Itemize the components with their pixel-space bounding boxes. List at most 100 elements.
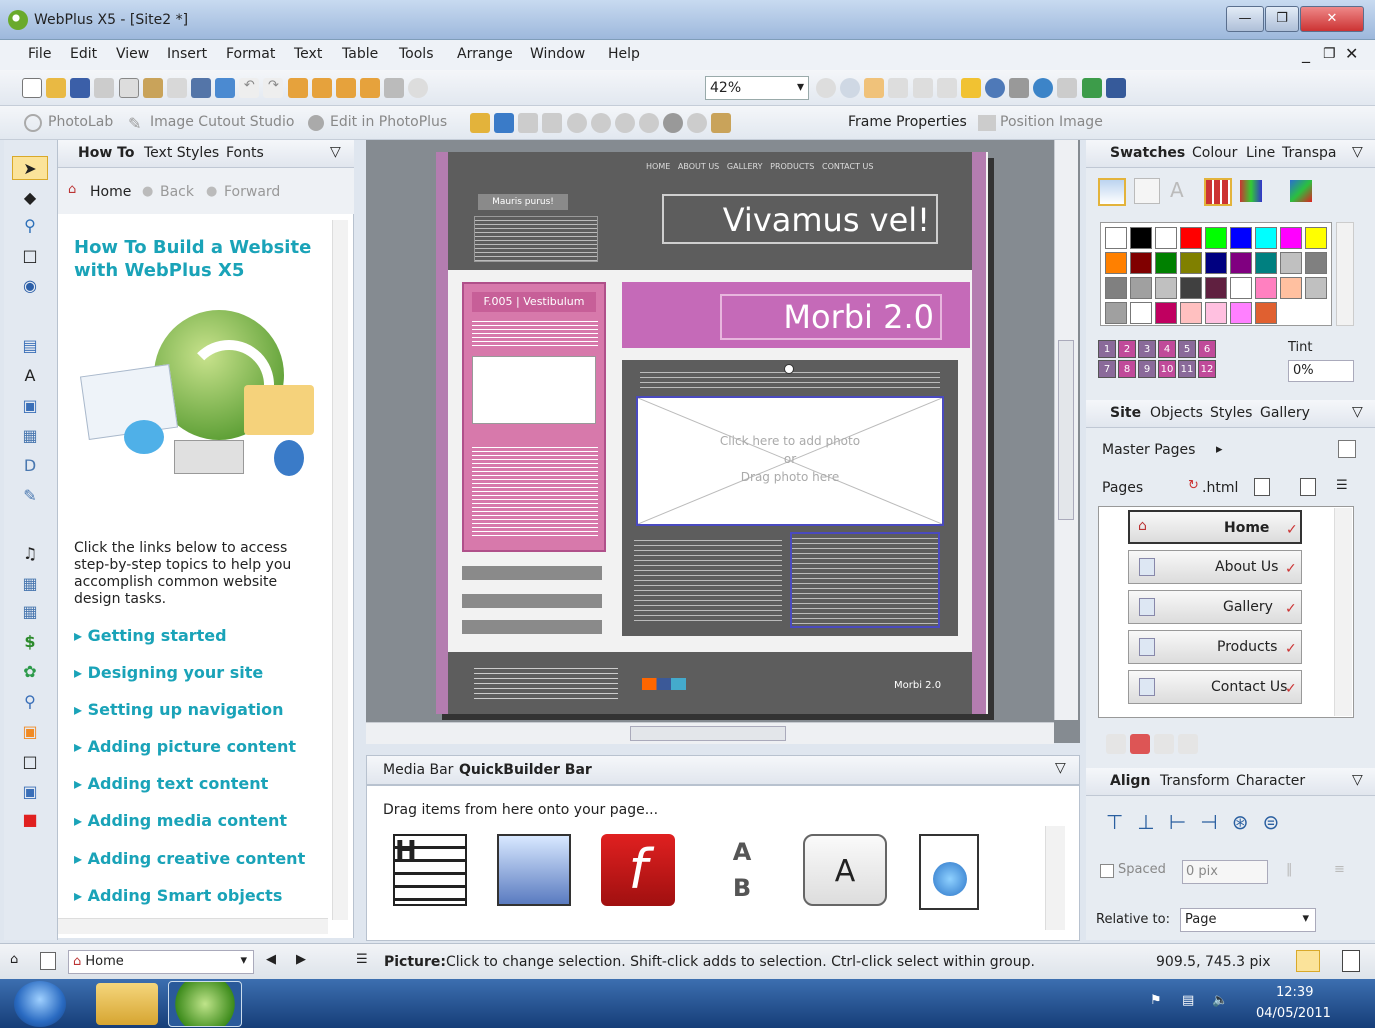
- save-icon[interactable]: [70, 78, 91, 98]
- page-nav-icon[interactable]: [40, 952, 56, 970]
- pages-vscrollbar[interactable]: [1334, 508, 1352, 716]
- smart-object-tool-icon[interactable]: ✿: [12, 660, 48, 684]
- colour-swatch[interactable]: [1155, 302, 1177, 324]
- actual-size-icon[interactable]: [936, 78, 957, 98]
- colour-swatch[interactable]: [1255, 252, 1277, 274]
- adjust-icon[interactable]: [518, 113, 539, 133]
- code-tool-icon[interactable]: ▣: [12, 780, 48, 804]
- form-tool-icon[interactable]: ▦: [12, 572, 48, 596]
- site-structure-icon[interactable]: ☰: [1336, 478, 1348, 493]
- align-center-h-icon[interactable]: ⊛: [1232, 810, 1263, 834]
- how-to-vscrollbar[interactable]: [332, 220, 348, 920]
- tab-how-to[interactable]: How To: [78, 145, 134, 161]
- site-home-icon[interactable]: ⌂: [10, 952, 18, 967]
- tab-transform[interactable]: Transform: [1160, 773, 1230, 789]
- colour-swatch[interactable]: [1205, 252, 1227, 274]
- pink-photo-frame[interactable]: [472, 356, 596, 424]
- colour-swatch[interactable]: [1155, 252, 1177, 274]
- colour-swatch[interactable]: [1280, 227, 1302, 249]
- text-colour-button[interactable]: A: [1170, 178, 1184, 202]
- colour-swatch[interactable]: [1255, 277, 1277, 299]
- stop-tool-icon[interactable]: ■: [12, 808, 48, 832]
- tab-align[interactable]: Align: [1110, 773, 1150, 789]
- colour-swatch[interactable]: [1130, 252, 1152, 274]
- colour-swatch[interactable]: [1105, 227, 1127, 249]
- menu-file[interactable]: File: [28, 46, 51, 62]
- cutout-studio-button[interactable]: Image Cutout Studio: [150, 114, 294, 130]
- distribute-h-icon[interactable]: ‖: [1286, 862, 1293, 877]
- tab-site[interactable]: Site: [1110, 405, 1141, 421]
- link-smart-objects[interactable]: ▸ Adding Smart objects: [74, 886, 282, 905]
- home-icon[interactable]: ⌂: [68, 182, 76, 197]
- page-icon[interactable]: [1342, 950, 1360, 972]
- tab-styles[interactable]: Styles: [1210, 405, 1252, 421]
- link-picture-content[interactable]: ▸ Adding picture content: [74, 737, 296, 756]
- node-tool-icon[interactable]: ◆: [12, 186, 48, 210]
- search-tool-icon[interactable]: ⚲: [12, 690, 48, 714]
- colour-swatch[interactable]: [1230, 227, 1252, 249]
- align-right-icon[interactable]: ⊣: [1200, 810, 1231, 834]
- redo-icon[interactable]: ↷: [263, 78, 284, 98]
- forward-one-icon[interactable]: [311, 78, 332, 98]
- position-image-button[interactable]: Position Image: [1000, 114, 1103, 130]
- web-icon[interactable]: [1033, 78, 1054, 98]
- align-center-v-icon[interactable]: ⊜: [1262, 810, 1293, 834]
- swatch-vscrollbar[interactable]: [1336, 222, 1354, 326]
- media-tool-icon[interactable]: ♫: [12, 542, 48, 566]
- home-link[interactable]: Home: [90, 184, 131, 200]
- page-item-contact[interactable]: Contact Us ✓: [1128, 670, 1302, 704]
- full-page-icon[interactable]: [912, 78, 933, 98]
- doc-close-icon[interactable]: ✕: [1345, 44, 1358, 63]
- html-refresh-icon[interactable]: ↻: [1188, 478, 1199, 493]
- distribute-v-icon[interactable]: ≡: [1334, 862, 1345, 877]
- publish-icon[interactable]: [215, 78, 236, 98]
- colour-swatch[interactable]: [1180, 277, 1202, 299]
- colour-swatch[interactable]: [1180, 227, 1202, 249]
- page-width-icon[interactable]: [888, 78, 909, 98]
- frame-properties-button[interactable]: Frame Properties: [848, 114, 967, 130]
- tab-gallery[interactable]: Gallery: [1260, 405, 1310, 421]
- scheme-swatch[interactable]: 4: [1158, 340, 1176, 358]
- colour-swatch[interactable]: [1305, 227, 1327, 249]
- colour-swatch[interactable]: [1230, 277, 1252, 299]
- ecommerce-tool-icon[interactable]: $: [12, 630, 48, 654]
- page-up-icon[interactable]: [1106, 734, 1126, 754]
- qb-hotspot-item[interactable]: A: [803, 834, 887, 906]
- rotate-right-icon[interactable]: [590, 113, 611, 133]
- link-creative-content[interactable]: ▸ Adding creative content: [74, 849, 305, 868]
- menu-insert[interactable]: Insert: [167, 46, 207, 62]
- master-pages-expand-icon[interactable]: ▸: [1216, 442, 1223, 457]
- navbar-tool-icon[interactable]: ◉: [12, 274, 48, 298]
- page-properties-icon[interactable]: [1254, 478, 1270, 496]
- link-text-content[interactable]: ▸ Adding text content: [74, 774, 268, 793]
- qb-picture-item[interactable]: [497, 834, 571, 906]
- relative-to-select[interactable]: Page ▾: [1180, 908, 1316, 932]
- menu-edit[interactable]: Edit: [70, 46, 97, 62]
- palette-menu-icon[interactable]: [1240, 180, 1262, 202]
- zoom-combo[interactable]: 42% ▾: [705, 76, 809, 100]
- edit-photoplus-button[interactable]: Edit in PhotoPlus: [330, 114, 447, 130]
- picture-tool-icon[interactable]: ▦: [12, 424, 48, 448]
- pen-tool-icon[interactable]: ✎: [12, 484, 48, 508]
- flip-h-icon[interactable]: [614, 113, 635, 133]
- restore-button[interactable]: ❐: [1265, 6, 1299, 32]
- colour-swatch[interactable]: [1155, 227, 1177, 249]
- canvas-hscrollbar[interactable]: [366, 722, 1054, 744]
- link-getting-started[interactable]: ▸ Getting started: [74, 626, 227, 645]
- colour-swatch[interactable]: [1280, 252, 1302, 274]
- colour-swatch[interactable]: [1280, 277, 1302, 299]
- crop-icon[interactable]: [494, 113, 515, 133]
- new-icon[interactable]: [22, 78, 42, 98]
- link-designing[interactable]: ▸ Designing your site: [74, 663, 263, 682]
- scheme-swatch[interactable]: 8: [1118, 360, 1136, 378]
- page-item-about[interactable]: About Us ✓: [1128, 550, 1302, 584]
- link-icon[interactable]: [1057, 78, 1078, 98]
- colour-swatch[interactable]: [1205, 227, 1227, 249]
- shape-tool-icon[interactable]: D: [12, 454, 48, 478]
- gradient-icon[interactable]: [1290, 180, 1312, 202]
- zoom-dropdown-icon[interactable]: ▾: [797, 79, 804, 95]
- colour-swatch[interactable]: [1305, 277, 1327, 299]
- network-icon[interactable]: ▤: [1182, 993, 1194, 1008]
- pointer-tool-icon[interactable]: ➤: [12, 156, 48, 180]
- flag-icon[interactable]: ⚑: [1150, 993, 1162, 1008]
